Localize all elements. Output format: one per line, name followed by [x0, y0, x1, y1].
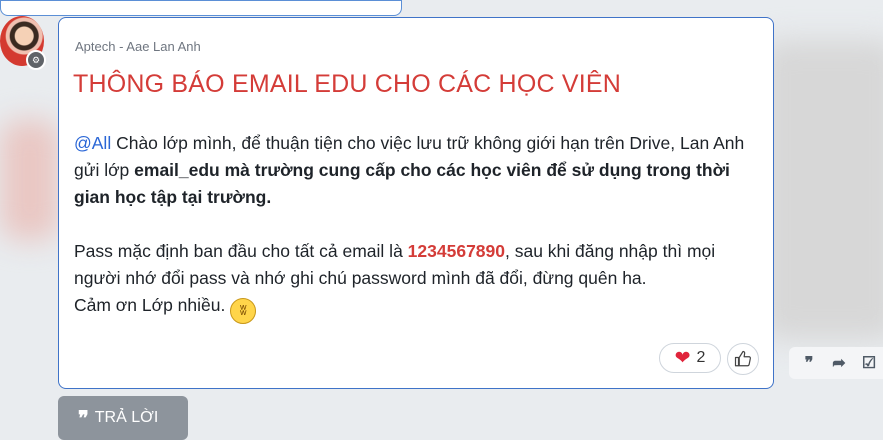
avatar-status-icon: ⚙ — [26, 50, 46, 70]
reply-label: TRẢ LỜI — [94, 409, 159, 426]
thanks-text: Cảm ơn Lớp nhiều. — [74, 295, 226, 315]
reaction-heart-pill[interactable]: ❤ 2 — [659, 343, 721, 373]
mention-all[interactable]: @All — [74, 133, 111, 153]
paragraph-2: Pass mặc định ban đầu cho tất cả email l… — [74, 238, 764, 292]
like-button[interactable] — [727, 343, 759, 375]
reply-button[interactable]: ❞ TRẢ LỜI — [58, 396, 188, 440]
forward-icon[interactable]: ➦ — [829, 353, 849, 373]
quote-icon: ❞ — [78, 407, 89, 430]
paragraph-1-bold: email_edu mà trường cung cấp cho các học… — [74, 160, 730, 207]
paragraph-2-text-a: Pass mặc định ban đầu cho tất cả email l… — [74, 241, 408, 261]
paragraph-3: Cảm ơn Lớp nhiều. ʬ — [74, 292, 764, 324]
checkbox-icon[interactable]: ☑ — [859, 353, 879, 373]
message-body: @All Chào lớp mình, để thuận tiện cho vi… — [74, 130, 764, 324]
heart-icon: ❤ — [674, 347, 691, 369]
message-card: Aptech - Aae Lan Anh THÔNG BÁO EMAIL EDU… — [58, 17, 774, 389]
background-blur-left — [0, 120, 60, 240]
message-title: THÔNG BÁO EMAIL EDU CHO CÁC HỌC VIÊN — [73, 70, 622, 98]
message-actions-bar: ❞ ➦ ☑ — [789, 347, 883, 379]
paragraph-1: @All Chào lớp mình, để thuận tiện cho vi… — [74, 130, 764, 211]
background-blur-right — [760, 40, 883, 340]
grinning-face-icon: ʬ — [230, 298, 257, 324]
sender-name[interactable]: Aptech - Aae Lan Anh — [75, 39, 201, 54]
quote-icon[interactable]: ❞ — [799, 353, 819, 373]
default-password: 1234567890 — [407, 241, 505, 261]
thumbs-up-icon — [734, 350, 751, 367]
heart-count: 2 — [696, 349, 706, 366]
previous-message-edge — [0, 0, 402, 16]
